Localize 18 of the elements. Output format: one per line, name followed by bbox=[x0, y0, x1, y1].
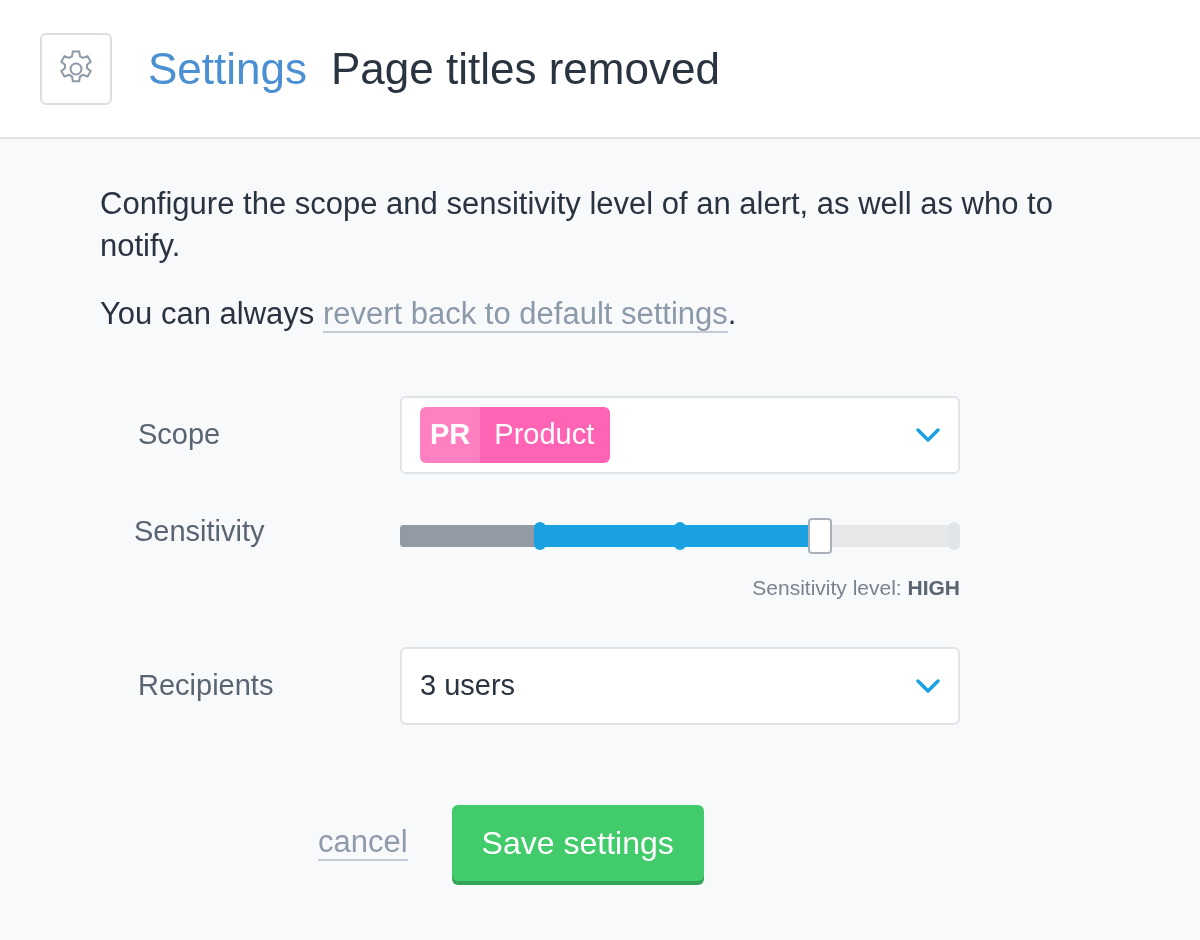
description-text: Configure the scope and sensitivity level of an alert, as well as who to notify. bbox=[100, 185, 1054, 265]
page-title: Page titles removed bbox=[331, 42, 720, 95]
field-label: Recipients bbox=[137, 668, 275, 704]
chevron-down-icon bbox=[916, 679, 940, 693]
recipients-select[interactable]: 3 users bbox=[400, 647, 960, 725]
field-label: Sensitivity bbox=[133, 513, 266, 549]
breadcrumb-link[interactable]: Settings bbox=[148, 35, 307, 102]
cancel-link[interactable]: cancel bbox=[318, 824, 408, 862]
revert-text: You can always revert back to default settings. bbox=[100, 295, 738, 335]
settings-button[interactable] bbox=[40, 32, 112, 105]
scope-tag: PR Product bbox=[420, 406, 611, 463]
slider-step bbox=[534, 521, 546, 550]
chevron-down-icon bbox=[916, 427, 940, 442]
scope-select[interactable]: PR Product bbox=[400, 395, 960, 474]
field-label: Scope bbox=[137, 416, 222, 452]
slider-thumb[interactable] bbox=[808, 517, 832, 554]
sensitivity-caption: Sensitivity level: HIGH bbox=[751, 574, 960, 601]
revert-link[interactable]: revert back to default settings bbox=[322, 296, 728, 333]
